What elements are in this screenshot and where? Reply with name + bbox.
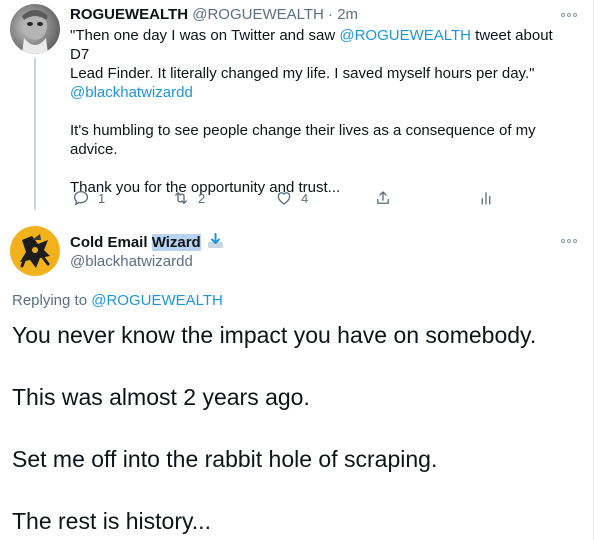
- like-count: 4: [301, 190, 309, 206]
- display-name[interactable]: Cold Email Wizard: [70, 232, 224, 253]
- more-options-icon[interactable]: [560, 233, 580, 249]
- mention-link[interactable]: @ROGUEWEALTH: [91, 292, 223, 309]
- analytics-button[interactable]: [477, 188, 495, 208]
- text-line: "Then one day I was on Twitter and saw @…: [70, 26, 570, 64]
- share-icon: [377, 191, 389, 204]
- text-line: It's humbling to see people change their…: [70, 122, 536, 139]
- text-line: You never know the impact you have on so…: [12, 322, 537, 348]
- replying-to: Replying to @ROGUEWEALTH: [12, 291, 223, 311]
- separator-dot: ·: [328, 6, 334, 23]
- text-line: Set me off into the rabbit hole of scrap…: [12, 446, 438, 472]
- text-line: Lead Finder. It literally changed my lif…: [70, 65, 535, 82]
- avatar[interactable]: [10, 4, 60, 54]
- text-line: advice.: [70, 141, 118, 158]
- text-line: This was almost 2 years ago.: [12, 384, 310, 410]
- analytics-icon: [481, 192, 491, 205]
- text-segment: "Then one day I was on Twitter and saw: [70, 27, 340, 44]
- tweet-actions: 1 2 4: [70, 188, 510, 208]
- display-name-highlight: Wizard: [151, 234, 201, 251]
- avatar[interactable]: [10, 226, 60, 276]
- retweet-button[interactable]: 2: [172, 188, 205, 208]
- display-name[interactable]: ROGUEWEALTH: [70, 6, 188, 23]
- reply-count: 1: [98, 190, 106, 206]
- mention-link[interactable]: @ROGUEWEALTH: [339, 27, 471, 44]
- like-button[interactable]: 4: [275, 188, 308, 208]
- reply-icon: [73, 190, 89, 206]
- thread-connector: [34, 58, 36, 210]
- retweet-icon: [175, 192, 187, 204]
- user-handle[interactable]: @blackhatwizardd: [70, 252, 193, 272]
- mention-link[interactable]: @blackhatwizardd: [70, 83, 570, 102]
- download-icon: [207, 233, 223, 248]
- display-name-part: Cold Email: [70, 234, 152, 251]
- heart-icon: [277, 192, 291, 205]
- text-line: The rest is history...: [12, 508, 211, 534]
- reply-button[interactable]: 1: [72, 188, 105, 208]
- share-button[interactable]: [374, 188, 392, 208]
- replying-to-label: Replying to: [12, 292, 92, 309]
- retweet-count: 2: [198, 190, 206, 206]
- tweet-text: "Then one day I was on Twitter and saw @…: [70, 26, 570, 197]
- parent-tweet[interactable]: ROGUEWEALTH @ROGUEWEALTH · 2m "Then one …: [0, 0, 593, 213]
- user-handle[interactable]: @ROGUEWEALTH: [192, 6, 324, 23]
- timestamp[interactable]: 2m: [337, 6, 358, 23]
- tweet-header: ROGUEWEALTH @ROGUEWEALTH · 2m: [70, 5, 358, 25]
- more-options-icon[interactable]: [560, 7, 580, 23]
